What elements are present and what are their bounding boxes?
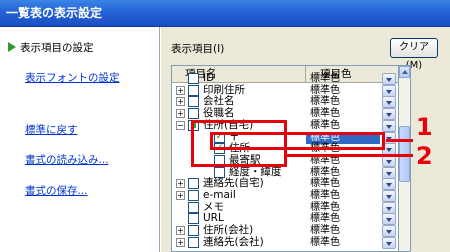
plus-box-icon[interactable]: + [176, 179, 185, 189]
chevron-down-icon[interactable] [382, 178, 396, 191]
sidebar-link-save-format[interactable]: 書式の保存... [25, 183, 88, 198]
callout-number-2: 2 [416, 142, 433, 170]
item-checkbox[interactable] [188, 213, 199, 225]
item-checkbox[interactable] [188, 178, 199, 190]
sidebar-link-display-font[interactable]: 表示フォントの設定 [25, 70, 120, 85]
callout-number-1: 1 [416, 113, 433, 141]
chevron-down-icon[interactable] [382, 108, 396, 121]
plus-box-icon[interactable]: + [176, 85, 185, 95]
item-checkbox[interactable] [214, 166, 225, 178]
chevron-down-icon[interactable] [382, 96, 396, 109]
item-color-select[interactable]: 標準色 [306, 225, 380, 237]
item-color-select[interactable]: 標準色 [306, 213, 380, 225]
scroll-up-button[interactable] [399, 66, 410, 78]
item-checkbox[interactable] [188, 190, 199, 201]
chevron-down-icon[interactable] [382, 213, 396, 226]
item-checkbox[interactable] [188, 225, 199, 237]
chevron-down-icon[interactable] [382, 119, 396, 132]
chevron-down-icon[interactable] [382, 190, 396, 202]
tree-row[interactable]: + 連絡先(会社) 標準色 [172, 235, 398, 249]
window-title: 一覧表の表示設定 [6, 6, 103, 20]
item-name: 連絡先(会社) [203, 235, 264, 248]
plus-box-icon[interactable]: + [176, 191, 185, 200]
plus-box-icon[interactable]: + [176, 226, 185, 236]
chevron-down-icon[interactable] [382, 73, 396, 85]
item-checkbox[interactable] [188, 201, 199, 213]
sidebar: 表示項目の設定 表示フォントの設定 標準に戻す 書式の読み込み... 書式の保存… [0, 27, 160, 252]
chevron-down-icon[interactable] [382, 236, 396, 249]
item-color-select[interactable]: 標準色 [306, 73, 380, 85]
item-color-select[interactable]: 標準色 [306, 237, 380, 249]
plus-box-icon[interactable]: + [176, 97, 185, 107]
sidebar-link-reset-default[interactable]: 標準に戻す [25, 122, 78, 137]
item-color-select[interactable]: 標準色 [306, 167, 380, 179]
item-checkbox[interactable] [188, 96, 199, 108]
item-checkbox[interactable] [188, 73, 199, 84]
callout-line-1 [386, 139, 413, 142]
item-color-select[interactable]: 標準色 [306, 190, 380, 202]
plus-box-icon[interactable]: + [176, 237, 185, 247]
sidebar-item-display-items[interactable]: 表示項目の設定 [8, 40, 94, 55]
chevron-down-icon[interactable] [382, 225, 396, 238]
item-color-select[interactable]: 標準色 [306, 96, 380, 108]
chevron-down-icon[interactable] [382, 166, 396, 179]
item-color-select[interactable]: 標準色 [306, 120, 380, 132]
display-items-label: 表示項目(I) [171, 43, 225, 55]
list-scrollbar[interactable] [399, 65, 411, 252]
chevron-down-icon[interactable] [382, 84, 396, 97]
minus-box-icon[interactable]: − [176, 120, 185, 130]
green-arrow-icon [8, 42, 16, 52]
item-color-select[interactable]: 標準色 [306, 178, 380, 190]
chevron-down-icon[interactable] [382, 201, 396, 214]
callout-box-2 [210, 132, 385, 150]
clear-button[interactable]: クリア(M) [390, 38, 438, 71]
callout-line-2 [287, 154, 413, 157]
sidebar-item-label: 表示項目の設定 [20, 42, 94, 54]
item-color-select[interactable]: 標準色 [306, 108, 380, 120]
item-color-select[interactable]: 標準色 [306, 85, 380, 97]
sidebar-link-load-format[interactable]: 書式の読み込み... [25, 152, 109, 167]
item-checkbox[interactable] [188, 236, 199, 248]
item-color-select[interactable]: 標準色 [306, 202, 380, 214]
window-title-bar: 一覧表の表示設定 [0, 0, 450, 27]
plus-box-icon[interactable]: + [176, 109, 185, 119]
item-checkbox[interactable] [188, 108, 199, 120]
item-checkbox[interactable] [188, 84, 199, 96]
